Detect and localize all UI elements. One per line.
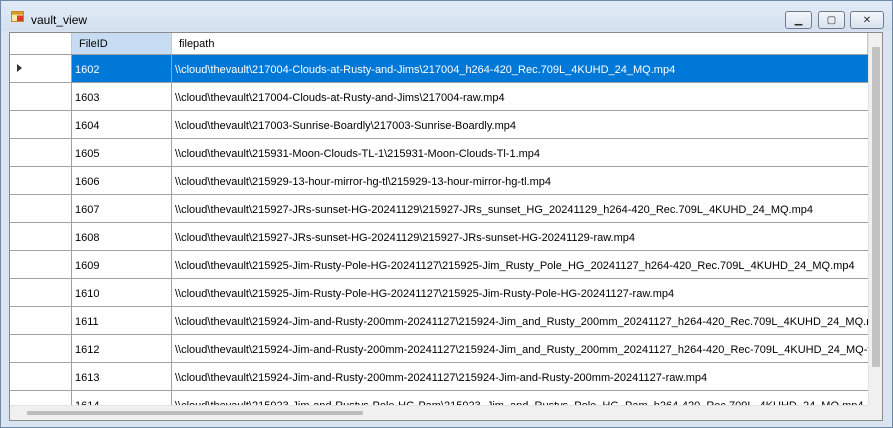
table-row[interactable]: 1602 \\cloud\thevault\217004-Clouds-at-Ru… (10, 55, 868, 83)
row-header-corner[interactable] (10, 33, 72, 54)
cell-filepath[interactable]: \\cloud\thevault\215929-13-hour-mirror-h… (172, 167, 868, 194)
cell-fileid[interactable]: 1606 (72, 167, 172, 194)
data-grid[interactable]: FileID filepath 1602 \\cloud\thevault\217… (9, 32, 883, 421)
cell-filepath[interactable]: \\cloud\thevault\217004-Clouds-at-Rusty-… (172, 55, 868, 82)
row-header[interactable] (10, 223, 72, 250)
app-form-icon (11, 11, 24, 22)
cell-fileid[interactable]: 1611 (72, 307, 172, 334)
cell-filepath[interactable]: \\cloud\thevault\215924-Jim-and-Rusty-20… (172, 307, 868, 334)
row-header[interactable] (10, 167, 72, 194)
cell-fileid[interactable]: 1613 (72, 363, 172, 390)
window-title: vault_view (31, 13, 88, 27)
cell-filepath[interactable]: \\cloud\thevault\217003-Sunrise-Boardly\… (172, 111, 868, 138)
cell-filepath[interactable]: \\cloud\thevault\217004-Clouds-at-Rusty-… (172, 83, 868, 110)
row-header[interactable] (10, 307, 72, 334)
table-row[interactable]: 1610 \\cloud\thevault\215925-Jim-Rusty-Po… (10, 279, 868, 307)
row-header[interactable] (10, 335, 72, 362)
cell-filepath[interactable]: \\cloud\thevault\215931-Moon-Clouds-TL-1… (172, 139, 868, 166)
table-row[interactable]: 1609 \\cloud\thevault\215925-Jim-Rusty-Po… (10, 251, 868, 279)
cell-filepath[interactable]: \\cloud\thevault\215925-Jim-Rusty-Pole-H… (172, 279, 868, 306)
cell-filepath[interactable]: \\cloud\thevault\215927-JRs-sunset-HG-20… (172, 195, 868, 222)
maximize-icon: ▢ (826, 14, 837, 26)
cell-fileid[interactable]: 1603 (72, 83, 172, 110)
minimize-icon: ▁ (794, 14, 803, 26)
current-row-indicator-icon (17, 64, 22, 72)
table-row[interactable]: 1606 \\cloud\thevault\215929-13-hour-mirr… (10, 167, 868, 195)
table-row[interactable]: 1605 \\cloud\thevault\215931-Moon-Clouds-… (10, 139, 868, 167)
vertical-scrollbar[interactable] (868, 33, 882, 405)
scrollbar-corner (868, 405, 882, 420)
column-header-filepath[interactable]: filepath (172, 33, 868, 54)
title-bar[interactable]: vault_view ▁ ▢ ✕ (1, 1, 892, 31)
close-button[interactable]: ✕ (850, 11, 884, 29)
horizontal-scroll-thumb[interactable] (27, 411, 363, 415)
app-window: vault_view ▁ ▢ ✕ FileID filepath 1602 \\c… (0, 0, 893, 428)
maximize-button[interactable]: ▢ (818, 11, 845, 29)
row-header[interactable] (10, 279, 72, 306)
close-icon: ✕ (862, 14, 872, 26)
cell-filepath[interactable]: \\cloud\thevault\215927-JRs-sunset-HG-20… (172, 223, 868, 250)
table-row[interactable]: 1612 \\cloud\thevault\215924-Jim-and-Rust… (10, 335, 868, 363)
cell-fileid[interactable]: 1605 (72, 139, 172, 166)
cell-fileid[interactable]: 1612 (72, 335, 172, 362)
cell-fileid[interactable]: 1609 (72, 251, 172, 278)
row-header[interactable] (10, 195, 72, 222)
column-header-fileid[interactable]: FileID (72, 33, 172, 54)
row-header[interactable] (10, 83, 72, 110)
row-header[interactable] (10, 111, 72, 138)
cell-filepath[interactable]: \\cloud\thevault\215924-Jim-and-Rusty-20… (172, 363, 868, 390)
cell-fileid[interactable]: 1607 (72, 195, 172, 222)
grid-header: FileID filepath (10, 33, 868, 55)
vertical-scroll-thumb[interactable] (872, 47, 880, 367)
cell-fileid[interactable]: 1604 (72, 111, 172, 138)
table-row[interactable]: 1613 \\cloud\thevault\215924-Jim-and-Rust… (10, 363, 868, 391)
cell-filepath[interactable]: \\cloud\thevault\215924-Jim-and-Rusty-20… (172, 335, 868, 362)
cell-fileid[interactable]: 1610 (72, 279, 172, 306)
row-header[interactable] (10, 139, 72, 166)
table-row[interactable]: 1603 \\cloud\thevault\217004-Clouds-at-Ru… (10, 83, 868, 111)
row-header[interactable] (10, 251, 72, 278)
row-header[interactable] (10, 363, 72, 390)
table-row[interactable]: 1608 \\cloud\thevault\215927-JRs-sunset-H… (10, 223, 868, 251)
table-row[interactable]: 1604 \\cloud\thevault\217003-Sunrise-Boar… (10, 111, 868, 139)
table-row[interactable]: 1607 \\cloud\thevault\215927-JRs-sunset-H… (10, 195, 868, 223)
table-row[interactable]: 1611 \\cloud\thevault\215924-Jim-and-Rust… (10, 307, 868, 335)
row-header[interactable] (10, 55, 72, 82)
cell-fileid[interactable]: 1608 (72, 223, 172, 250)
cell-filepath[interactable]: \\cloud\thevault\215925-Jim-Rusty-Pole-H… (172, 251, 868, 278)
horizontal-scrollbar[interactable] (10, 405, 868, 420)
cell-fileid[interactable]: 1602 (72, 55, 172, 82)
minimize-button[interactable]: ▁ (785, 11, 812, 29)
